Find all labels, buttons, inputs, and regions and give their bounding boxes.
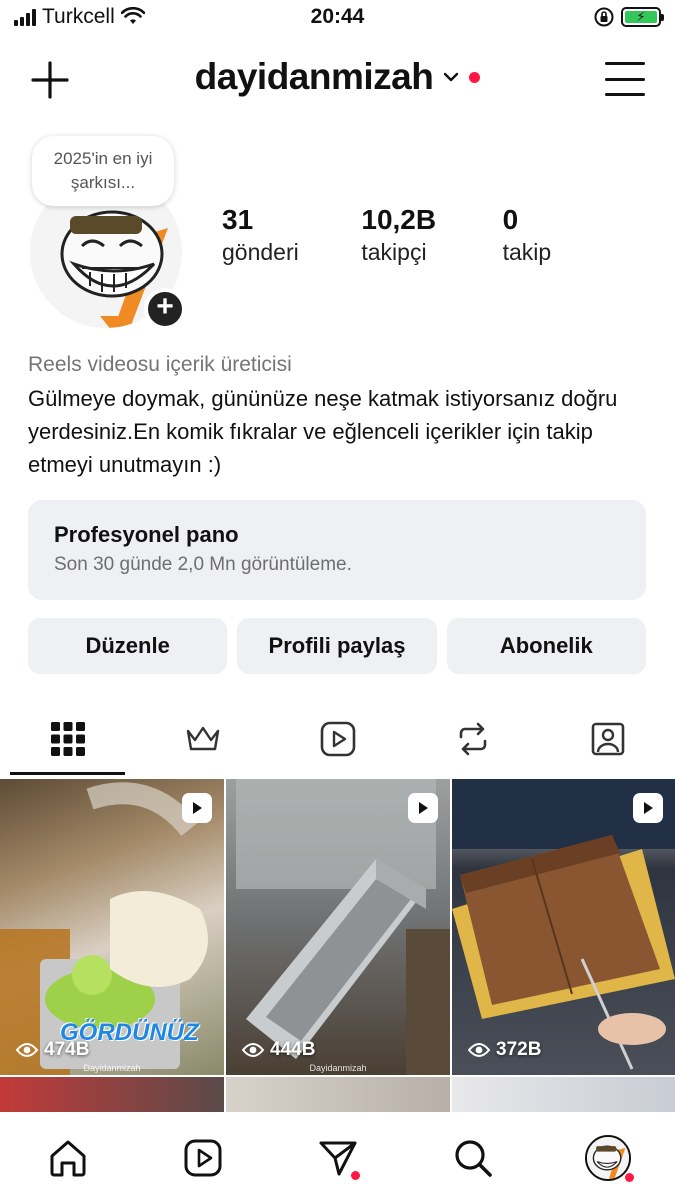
nav-messages[interactable] [308, 1134, 368, 1182]
post-thumbnail[interactable]: 372B [452, 779, 675, 1075]
share-profile-button[interactable]: Profili paylaş [237, 618, 437, 674]
bio-section: Reels videosu içerik üreticisi Gülmeye d… [28, 350, 648, 481]
tab-tagged[interactable] [540, 705, 675, 773]
chevron-down-icon [444, 72, 459, 82]
search-icon [454, 1140, 492, 1177]
tab-reposts[interactable] [405, 705, 540, 773]
professional-dashboard[interactable]: Profesyonel pano Son 30 günde 2,0 Mn gör… [28, 500, 646, 600]
profile-actions: Düzenle Profili paylaş Abonelik [28, 618, 646, 674]
watermark: Dayidanmizah [83, 1063, 141, 1073]
post-thumbnail[interactable] [226, 1077, 450, 1113]
view-count: 474B [16, 1039, 89, 1061]
account-switcher[interactable]: dayidanmizah [0, 56, 675, 98]
following-stat[interactable]: 0 takip [503, 205, 642, 266]
tagged-icon [591, 722, 624, 756]
menu-button[interactable] [605, 62, 645, 96]
reel-badge-icon [633, 793, 663, 823]
content-tabs [0, 705, 675, 777]
dashboard-subtitle: Son 30 günde 2,0 Mn görüntüleme. [54, 554, 352, 575]
nav-search[interactable] [443, 1134, 503, 1182]
clock: 20:44 [310, 5, 365, 28]
post-thumbnail[interactable]: 444B Dayidanmizah [226, 779, 450, 1075]
profile-avatar-icon [584, 1135, 631, 1181]
nav-profile[interactable] [578, 1134, 638, 1182]
profile-category: Reels videosu içerik üreticisi [28, 353, 292, 376]
reels-icon [184, 1139, 221, 1177]
tab-subscriptions[interactable] [135, 705, 270, 773]
subscription-button[interactable]: Abonelik [446, 618, 646, 674]
add-story-button[interactable]: + [144, 288, 186, 330]
notification-dot [350, 1171, 360, 1180]
posts-grid: GÖRDÜNÜZ 474B Dayidanmizah 444B Dayidanm… [0, 779, 675, 1113]
profile-stats: 31 gönderi 10,2B takipçi 0 takip [222, 205, 642, 266]
eye-icon [242, 1043, 264, 1057]
posts-stat[interactable]: 31 gönderi [222, 205, 361, 266]
post-image [236, 779, 450, 1075]
repost-icon [459, 722, 486, 756]
dashboard-title: Profesyonel pano [54, 522, 239, 547]
grid-icon [50, 722, 85, 756]
post-image [452, 779, 675, 1070]
eye-icon [16, 1043, 38, 1057]
orientation-lock-icon [594, 7, 614, 27]
username: dayidanmizah [194, 56, 434, 97]
avatar-zone: 2025'in en iyi şarkısı... + [28, 130, 188, 330]
home-icon [50, 1140, 85, 1177]
edit-profile-button[interactable]: Düzenle [28, 618, 228, 674]
followers-stat[interactable]: 10,2B takipçi [361, 205, 502, 266]
post-thumbnail[interactable]: GÖRDÜNÜZ 474B Dayidanmizah [0, 779, 224, 1075]
battery-icon: ⚡ [621, 7, 664, 27]
profile-header: dayidanmizah [0, 46, 675, 116]
note-bubble[interactable]: 2025'in en iyi şarkısı... [32, 136, 174, 206]
eye-icon [468, 1043, 490, 1057]
bottom-nav [0, 1112, 675, 1200]
reel-badge-icon [182, 793, 212, 823]
post-thumbnail[interactable] [452, 1077, 675, 1113]
post-thumbnail[interactable] [0, 1077, 224, 1113]
notification-dot [469, 71, 481, 83]
bio-text: Gülmeye doymak, gününüze neşe katmak ist… [28, 386, 618, 477]
crown-icon [186, 726, 219, 751]
view-count: 372B [468, 1039, 541, 1061]
tab-reels[interactable] [270, 705, 405, 773]
nav-home[interactable] [38, 1134, 98, 1182]
reel-badge-icon [408, 793, 438, 823]
watermark: Dayidanmizah [309, 1063, 367, 1073]
notification-dot [624, 1173, 634, 1182]
tab-grid[interactable] [0, 705, 135, 775]
status-bar: Turkcell 20:44 ⚡ [0, 0, 675, 34]
reels-icon [320, 721, 355, 757]
view-count: 444B [242, 1039, 315, 1061]
nav-reels[interactable] [173, 1134, 233, 1182]
